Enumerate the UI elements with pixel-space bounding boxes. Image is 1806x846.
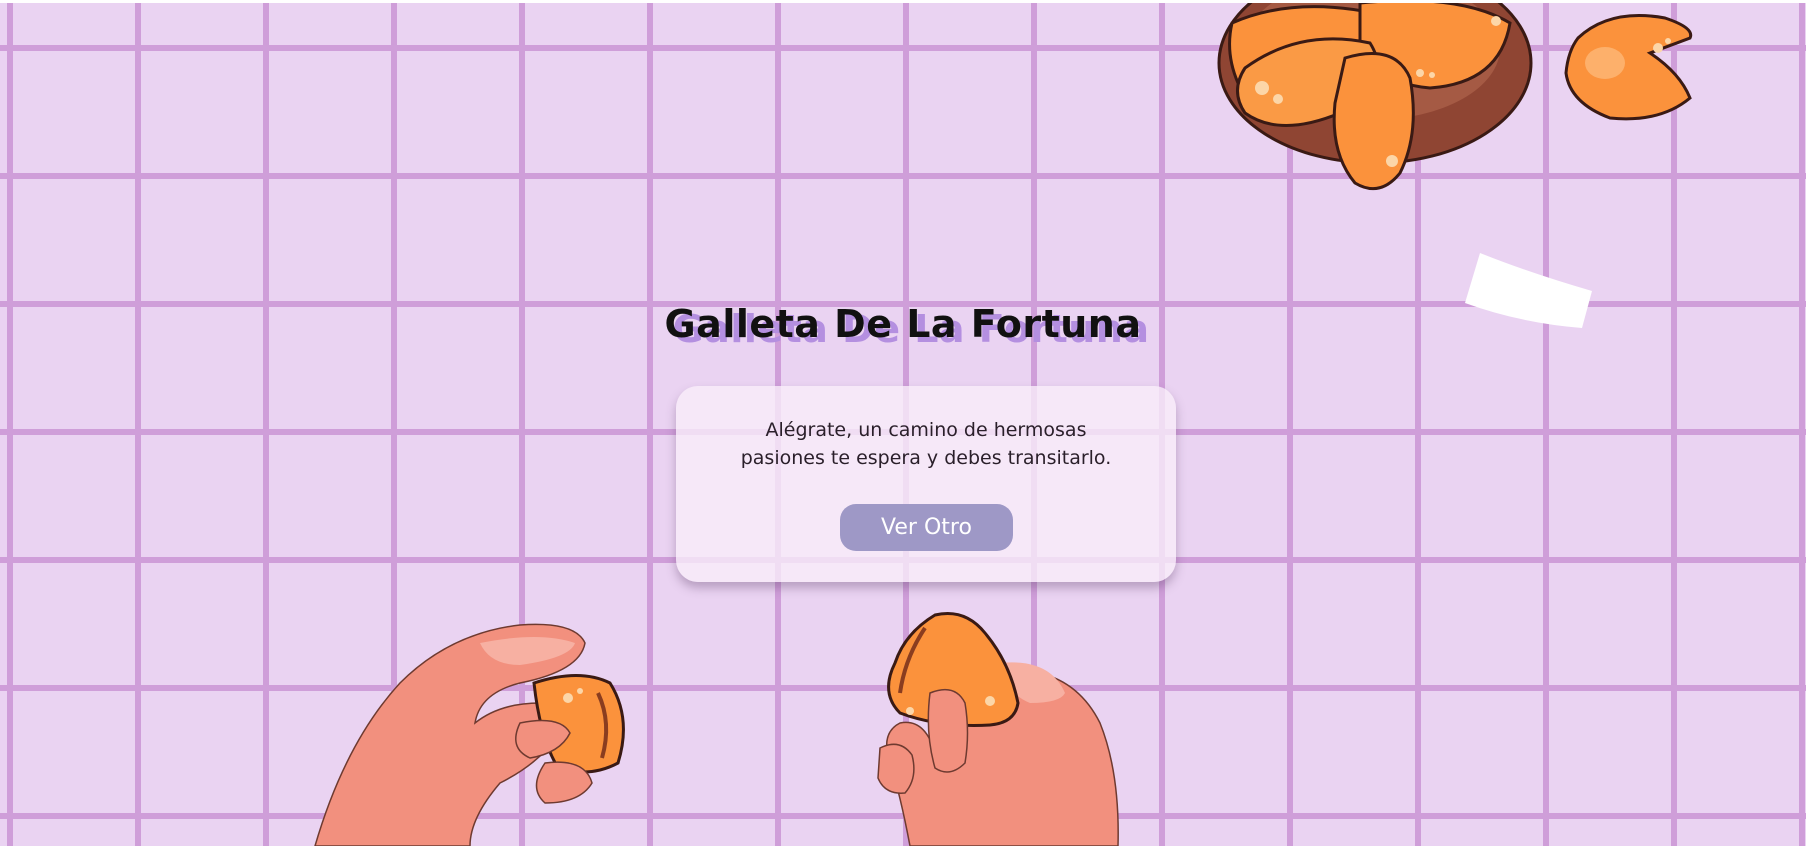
page-title: Galleta De La Fortuna — [664, 302, 1142, 346]
fortune-cookie-icon — [1564, 14, 1693, 121]
fortune-card: Alégrate, un camino de hermosas pasiones… — [676, 386, 1176, 582]
left-hand-icon — [314, 623, 625, 846]
fortune-message: Alégrate, un camino de hermosas pasiones… — [740, 419, 1112, 469]
app-background: Galleta De La Fortuna Alégrate, un camin… — [0, 3, 1806, 846]
see-another-button[interactable]: Ver Otro — [840, 504, 1013, 551]
right-hand-icon — [877, 612, 1119, 846]
cookie-bowl-icon — [1217, 3, 1533, 191]
